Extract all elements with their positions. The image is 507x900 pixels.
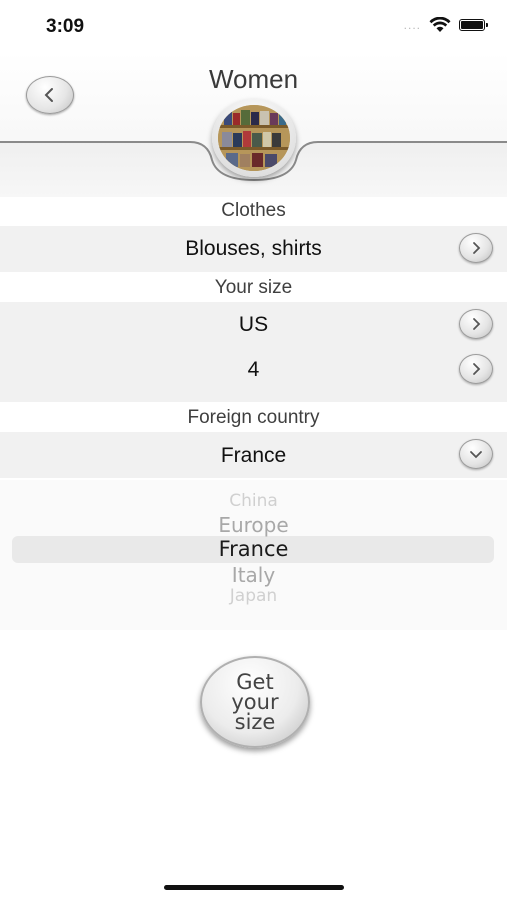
- page-title: Women: [208, 64, 299, 94]
- size-value: 4: [247, 358, 260, 381]
- get-your-size-label: Get your size: [231, 670, 279, 734]
- status-icons: ....: [403, 17, 488, 33]
- size-system-value: US: [238, 313, 269, 336]
- country-picker[interactable]: China Europe France Italy Japan: [0, 480, 507, 630]
- wifi-icon: [429, 17, 451, 32]
- chevron-down-icon: [470, 451, 482, 459]
- size-system-chevron-button[interactable]: [459, 309, 493, 339]
- picker-option-selected[interactable]: France: [0, 537, 507, 561]
- country-selector[interactable]: France: [0, 432, 507, 478]
- picker-option[interactable]: Europe: [0, 513, 507, 537]
- chevron-left-icon: [44, 88, 53, 102]
- chevron-right-icon: [473, 318, 481, 330]
- size-block: US 4: [0, 302, 507, 402]
- size-value-chevron-button[interactable]: [459, 354, 493, 384]
- size-system-selector[interactable]: US: [0, 302, 507, 348]
- clothes-label: Clothes: [221, 200, 286, 221]
- clothes-selector[interactable]: Blouses, shirts: [0, 226, 507, 272]
- picker-option[interactable]: Italy: [0, 563, 507, 587]
- size-value-selector[interactable]: 4: [0, 348, 507, 394]
- back-button[interactable]: [26, 76, 74, 114]
- signal-icon: ....: [403, 18, 421, 32]
- clothing-shelf-image: [218, 105, 290, 171]
- header: Women: [0, 52, 507, 197]
- home-indicator: [164, 885, 344, 890]
- chevron-right-icon: [473, 363, 481, 375]
- size-label: Your size: [214, 277, 293, 298]
- clothes-chevron-button[interactable]: [459, 233, 493, 263]
- clothes-value: Blouses, shirts: [185, 237, 322, 260]
- picker-option[interactable]: Japan: [0, 586, 507, 606]
- country-label: Foreign country: [187, 407, 320, 428]
- picker-option[interactable]: China: [0, 491, 507, 511]
- country-value: France: [220, 444, 287, 467]
- category-emblem: [212, 99, 296, 177]
- get-your-size-button[interactable]: Get your size: [200, 656, 310, 748]
- chevron-right-icon: [473, 242, 481, 254]
- country-chevron-button[interactable]: [459, 439, 493, 469]
- status-time: 3:09: [46, 16, 85, 37]
- status-bar: 3:09 ....: [0, 0, 507, 52]
- battery-icon: [459, 19, 488, 31]
